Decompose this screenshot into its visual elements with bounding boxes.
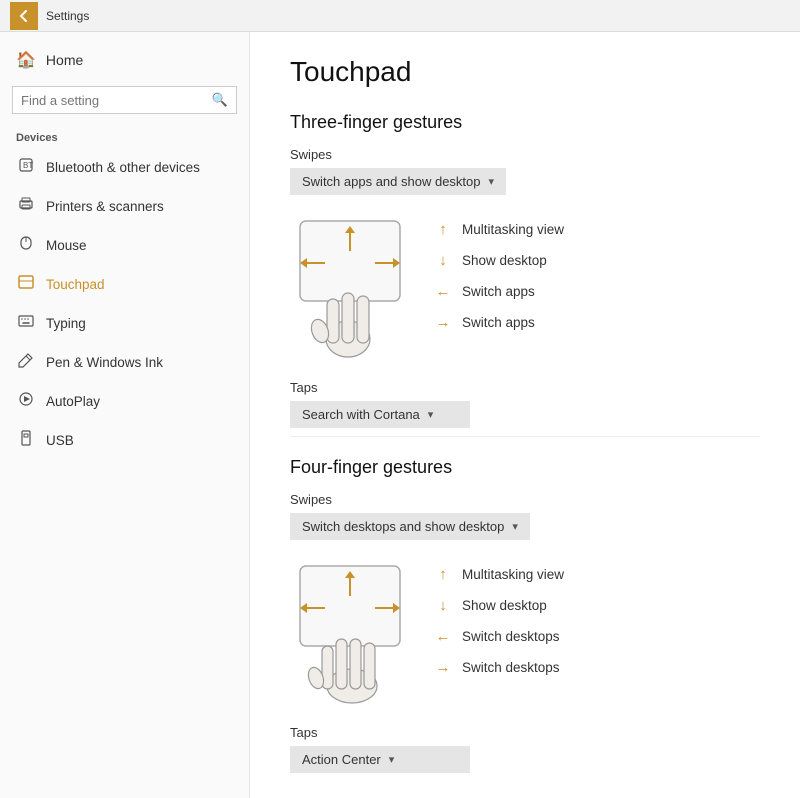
four-swipes-label: Swipes	[290, 492, 760, 507]
four-finger-illustration	[290, 556, 410, 709]
search-input[interactable]	[21, 93, 212, 108]
sidebar-item-label-usb: USB	[46, 433, 74, 448]
three-swipes-label: Swipes	[290, 147, 760, 162]
sidebar-item-label-pen: Pen & Windows Ink	[46, 355, 163, 370]
sidebar: 🏠 Home 🔍 Devices BT Bluetooth & other de…	[0, 32, 250, 798]
four-gesture-option-left: ← Switch desktops	[434, 628, 564, 645]
section-divider	[290, 436, 760, 437]
sidebar-item-label-autoplay: AutoPlay	[46, 394, 100, 409]
touchpad-icon	[16, 274, 36, 295]
content-area: Touchpad Three-finger gestures Swipes Sw…	[250, 32, 800, 798]
usb-icon	[16, 430, 36, 451]
chevron-down-icon-taps: ▾	[428, 408, 434, 421]
sidebar-search-box[interactable]: 🔍	[12, 86, 237, 114]
three-taps-label: Taps	[290, 380, 760, 395]
three-finger-options: ↑ Multitasking view ↓ Show desktop ← Swi…	[434, 211, 564, 331]
four-finger-title: Four-finger gestures	[290, 457, 760, 478]
arrow-right-icon: →	[434, 314, 452, 331]
sidebar-item-printers[interactable]: Printers & scanners	[0, 187, 249, 226]
chevron-down-icon-four-taps: ▾	[389, 753, 395, 766]
gesture-option-label-0: Multitasking view	[462, 222, 564, 237]
four-finger-gesture-area: ↑ Multitasking view ↓ Show desktop ← Swi…	[290, 556, 760, 709]
gesture-option-right: → Switch apps	[434, 314, 564, 331]
home-icon: 🏠	[16, 50, 36, 70]
four-gesture-option-up: ↑ Multitasking view	[434, 566, 564, 583]
sidebar-item-label-touchpad: Touchpad	[46, 277, 105, 292]
arrow-left-icon: ←	[434, 283, 452, 300]
sidebar-section-label: Devices	[0, 126, 249, 148]
arrow-down-icon: ↓	[434, 252, 452, 269]
three-taps-dropdown[interactable]: Search with Cortana ▾	[290, 401, 470, 428]
sidebar-item-label-bluetooth: Bluetooth & other devices	[46, 160, 200, 175]
sidebar-item-typing[interactable]: Typing	[0, 304, 249, 343]
bluetooth-icon: BT	[16, 157, 36, 178]
arrow-down-icon-four: ↓	[434, 597, 452, 614]
sidebar-item-bluetooth[interactable]: BT Bluetooth & other devices	[0, 148, 249, 187]
gesture-option-up: ↑ Multitasking view	[434, 221, 564, 238]
four-finger-options: ↑ Multitasking view ↓ Show desktop ← Swi…	[434, 556, 564, 676]
home-label: Home	[46, 52, 83, 68]
back-button[interactable]	[10, 2, 38, 30]
pen-icon	[16, 352, 36, 373]
chevron-down-icon: ▾	[489, 175, 495, 188]
gesture-option-label-3: Switch apps	[462, 315, 535, 330]
autoplay-icon	[16, 391, 36, 412]
three-finger-gesture-area: ↑ Multitasking view ↓ Show desktop ← Swi…	[290, 211, 760, 364]
sidebar-item-pen[interactable]: Pen & Windows Ink	[0, 343, 249, 382]
gesture-option-down: ↓ Show desktop	[434, 252, 564, 269]
sidebar-item-touchpad[interactable]: Touchpad	[0, 265, 249, 304]
svg-text:BT: BT	[23, 161, 33, 170]
four-gesture-option-right: → Switch desktops	[434, 659, 564, 676]
sidebar-item-usb[interactable]: USB	[0, 421, 249, 460]
arrow-right-icon-four: →	[434, 659, 452, 676]
arrow-up-icon: ↑	[434, 221, 452, 238]
sidebar-item-label-typing: Typing	[46, 316, 86, 331]
sidebar-item-mouse[interactable]: Mouse	[0, 226, 249, 265]
three-finger-illustration	[290, 211, 410, 364]
sidebar-item-label-mouse: Mouse	[46, 238, 87, 253]
titlebar-title: Settings	[46, 9, 89, 23]
search-icon: 🔍	[212, 92, 228, 108]
sidebar-item-home[interactable]: 🏠 Home	[0, 40, 249, 80]
mouse-icon	[16, 235, 36, 256]
four-gesture-option-label-1: Show desktop	[462, 598, 547, 613]
gesture-option-label-2: Switch apps	[462, 284, 535, 299]
main-layout: 🏠 Home 🔍 Devices BT Bluetooth & other de…	[0, 32, 800, 798]
three-swipes-dropdown[interactable]: Switch apps and show desktop ▾	[290, 168, 506, 195]
gesture-option-left: ← Switch apps	[434, 283, 564, 300]
page-title: Touchpad	[290, 56, 760, 88]
gesture-option-label-1: Show desktop	[462, 253, 547, 268]
four-gesture-option-label-3: Switch desktops	[462, 660, 560, 675]
four-gesture-option-label-2: Switch desktops	[462, 629, 560, 644]
arrow-up-icon-four: ↑	[434, 566, 452, 583]
printers-icon	[16, 196, 36, 217]
four-gesture-option-down: ↓ Show desktop	[434, 597, 564, 614]
titlebar: Settings	[0, 0, 800, 32]
four-taps-dropdown[interactable]: Action Center ▾	[290, 746, 470, 773]
four-gesture-option-label-0: Multitasking view	[462, 567, 564, 582]
three-finger-title: Three-finger gestures	[290, 112, 760, 133]
four-swipes-dropdown[interactable]: Switch desktops and show desktop ▾	[290, 513, 530, 540]
sidebar-item-autoplay[interactable]: AutoPlay	[0, 382, 249, 421]
arrow-left-icon-four: ←	[434, 628, 452, 645]
chevron-down-icon-four: ▾	[512, 520, 518, 533]
four-finger-section: Four-finger gestures Swipes Switch deskt…	[290, 457, 760, 773]
four-taps-label: Taps	[290, 725, 760, 740]
three-finger-section: Three-finger gestures Swipes Switch apps…	[290, 112, 760, 428]
typing-icon	[16, 313, 36, 334]
sidebar-item-label-printers: Printers & scanners	[46, 199, 164, 214]
